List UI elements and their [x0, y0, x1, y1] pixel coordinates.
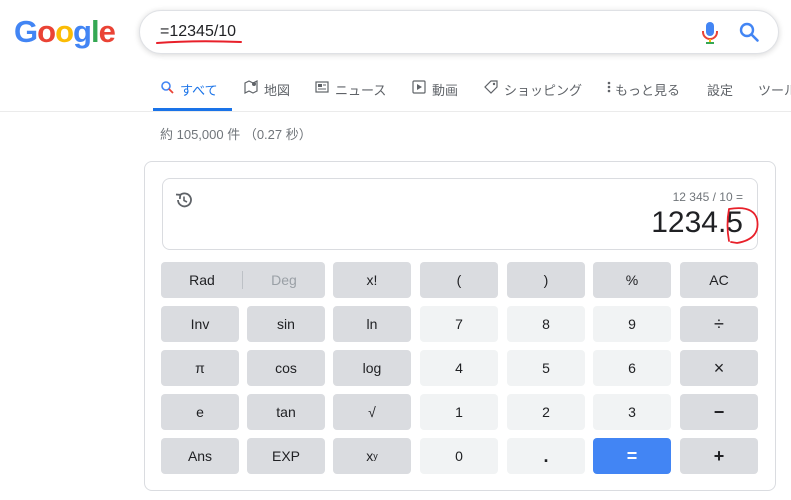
tab-all[interactable]: すべて	[160, 80, 218, 110]
exp-button[interactable]: EXP	[247, 438, 325, 474]
header-divider	[0, 111, 791, 112]
ln-button[interactable]: ln	[333, 306, 411, 342]
google-logo[interactable]: Google	[14, 14, 116, 50]
tab-maps[interactable]: 地図	[244, 80, 290, 110]
tab-more[interactable]: もっと見る	[607, 80, 680, 110]
equals-button[interactable]: =	[593, 438, 671, 474]
logo-letter: o	[55, 14, 74, 49]
logo-letter: G	[14, 14, 38, 49]
right-paren-button[interactable]: )	[507, 262, 585, 298]
percent-button[interactable]: %	[593, 262, 671, 298]
power-base: x	[366, 448, 374, 464]
digit-5-button[interactable]: 5	[507, 350, 585, 386]
digit-3-button[interactable]: 3	[593, 394, 671, 430]
microphone-icon[interactable]	[700, 20, 720, 46]
tag-icon	[484, 80, 498, 94]
minus-button[interactable]: −	[680, 394, 758, 430]
factorial-button[interactable]: x!	[333, 262, 411, 298]
digit-0-button[interactable]: 0	[420, 438, 498, 474]
logo-letter: o	[37, 14, 56, 49]
tab-label: 設定	[707, 83, 734, 98]
inverse-button[interactable]: Inv	[161, 306, 239, 342]
tab-label: ツール	[758, 83, 791, 98]
rad-deg-toggle: Rad Deg	[161, 262, 325, 298]
digit-1-button[interactable]: 1	[420, 394, 498, 430]
search-box	[139, 10, 779, 54]
play-icon	[412, 80, 426, 94]
tan-button[interactable]: tan	[247, 394, 325, 430]
red-underline-annotation	[156, 40, 242, 44]
divide-button[interactable]: ÷	[680, 306, 758, 342]
e-button[interactable]: e	[161, 394, 239, 430]
plus-button[interactable]: +	[680, 438, 758, 474]
result-stats: 約 105,000 件 （0.27 秒）	[160, 127, 312, 142]
news-icon	[315, 80, 329, 94]
calculator-expression: 12 345 / 10 =	[672, 190, 743, 204]
history-icon[interactable]	[174, 190, 194, 210]
tab-shopping[interactable]: ショッピング	[484, 80, 582, 110]
deg-button[interactable]: Deg	[243, 262, 325, 298]
power-exponent: y	[373, 451, 378, 461]
decimal-point-button[interactable]: .	[507, 438, 585, 474]
digit-6-button[interactable]: 6	[593, 350, 671, 386]
logo-letter: l	[90, 14, 100, 49]
pi-button[interactable]: π	[161, 350, 239, 386]
tab-label: ニュース	[335, 83, 387, 98]
square-root-button[interactable]: √	[333, 394, 411, 430]
digit-2-button[interactable]: 2	[507, 394, 585, 430]
left-paren-button[interactable]: (	[420, 262, 498, 298]
tab-label: すべて	[180, 83, 218, 98]
more-vert-icon	[607, 80, 611, 94]
digit-9-button[interactable]: 9	[593, 306, 671, 342]
answer-button[interactable]: Ans	[161, 438, 239, 474]
all-clear-button[interactable]: AC	[680, 262, 758, 298]
digit-7-button[interactable]: 7	[420, 306, 498, 342]
logo-letter: g	[73, 14, 92, 49]
tab-label: 地図	[264, 83, 291, 98]
power-button[interactable]: xy	[333, 438, 411, 474]
tab-settings[interactable]: 設定	[707, 80, 733, 110]
logo-letter: e	[98, 14, 116, 49]
tab-tools[interactable]: ツール	[758, 80, 791, 110]
cos-button[interactable]: cos	[247, 350, 325, 386]
sin-button[interactable]: sin	[247, 306, 325, 342]
digit-4-button[interactable]: 4	[420, 350, 498, 386]
tab-videos[interactable]: 動画	[412, 80, 458, 110]
tab-label: ショッピング	[504, 83, 583, 98]
log-button[interactable]: log	[333, 350, 411, 386]
rad-button[interactable]: Rad	[161, 262, 243, 298]
tab-news[interactable]: ニュース	[315, 80, 386, 110]
tab-label: もっと見る	[615, 83, 681, 98]
tab-label: 動画	[432, 83, 459, 98]
multiply-button[interactable]: ×	[680, 350, 758, 386]
map-icon	[244, 80, 258, 94]
red-circle-annotation	[726, 207, 759, 244]
search-icon	[160, 80, 174, 94]
digit-8-button[interactable]: 8	[507, 306, 585, 342]
search-icon[interactable]	[738, 21, 760, 43]
